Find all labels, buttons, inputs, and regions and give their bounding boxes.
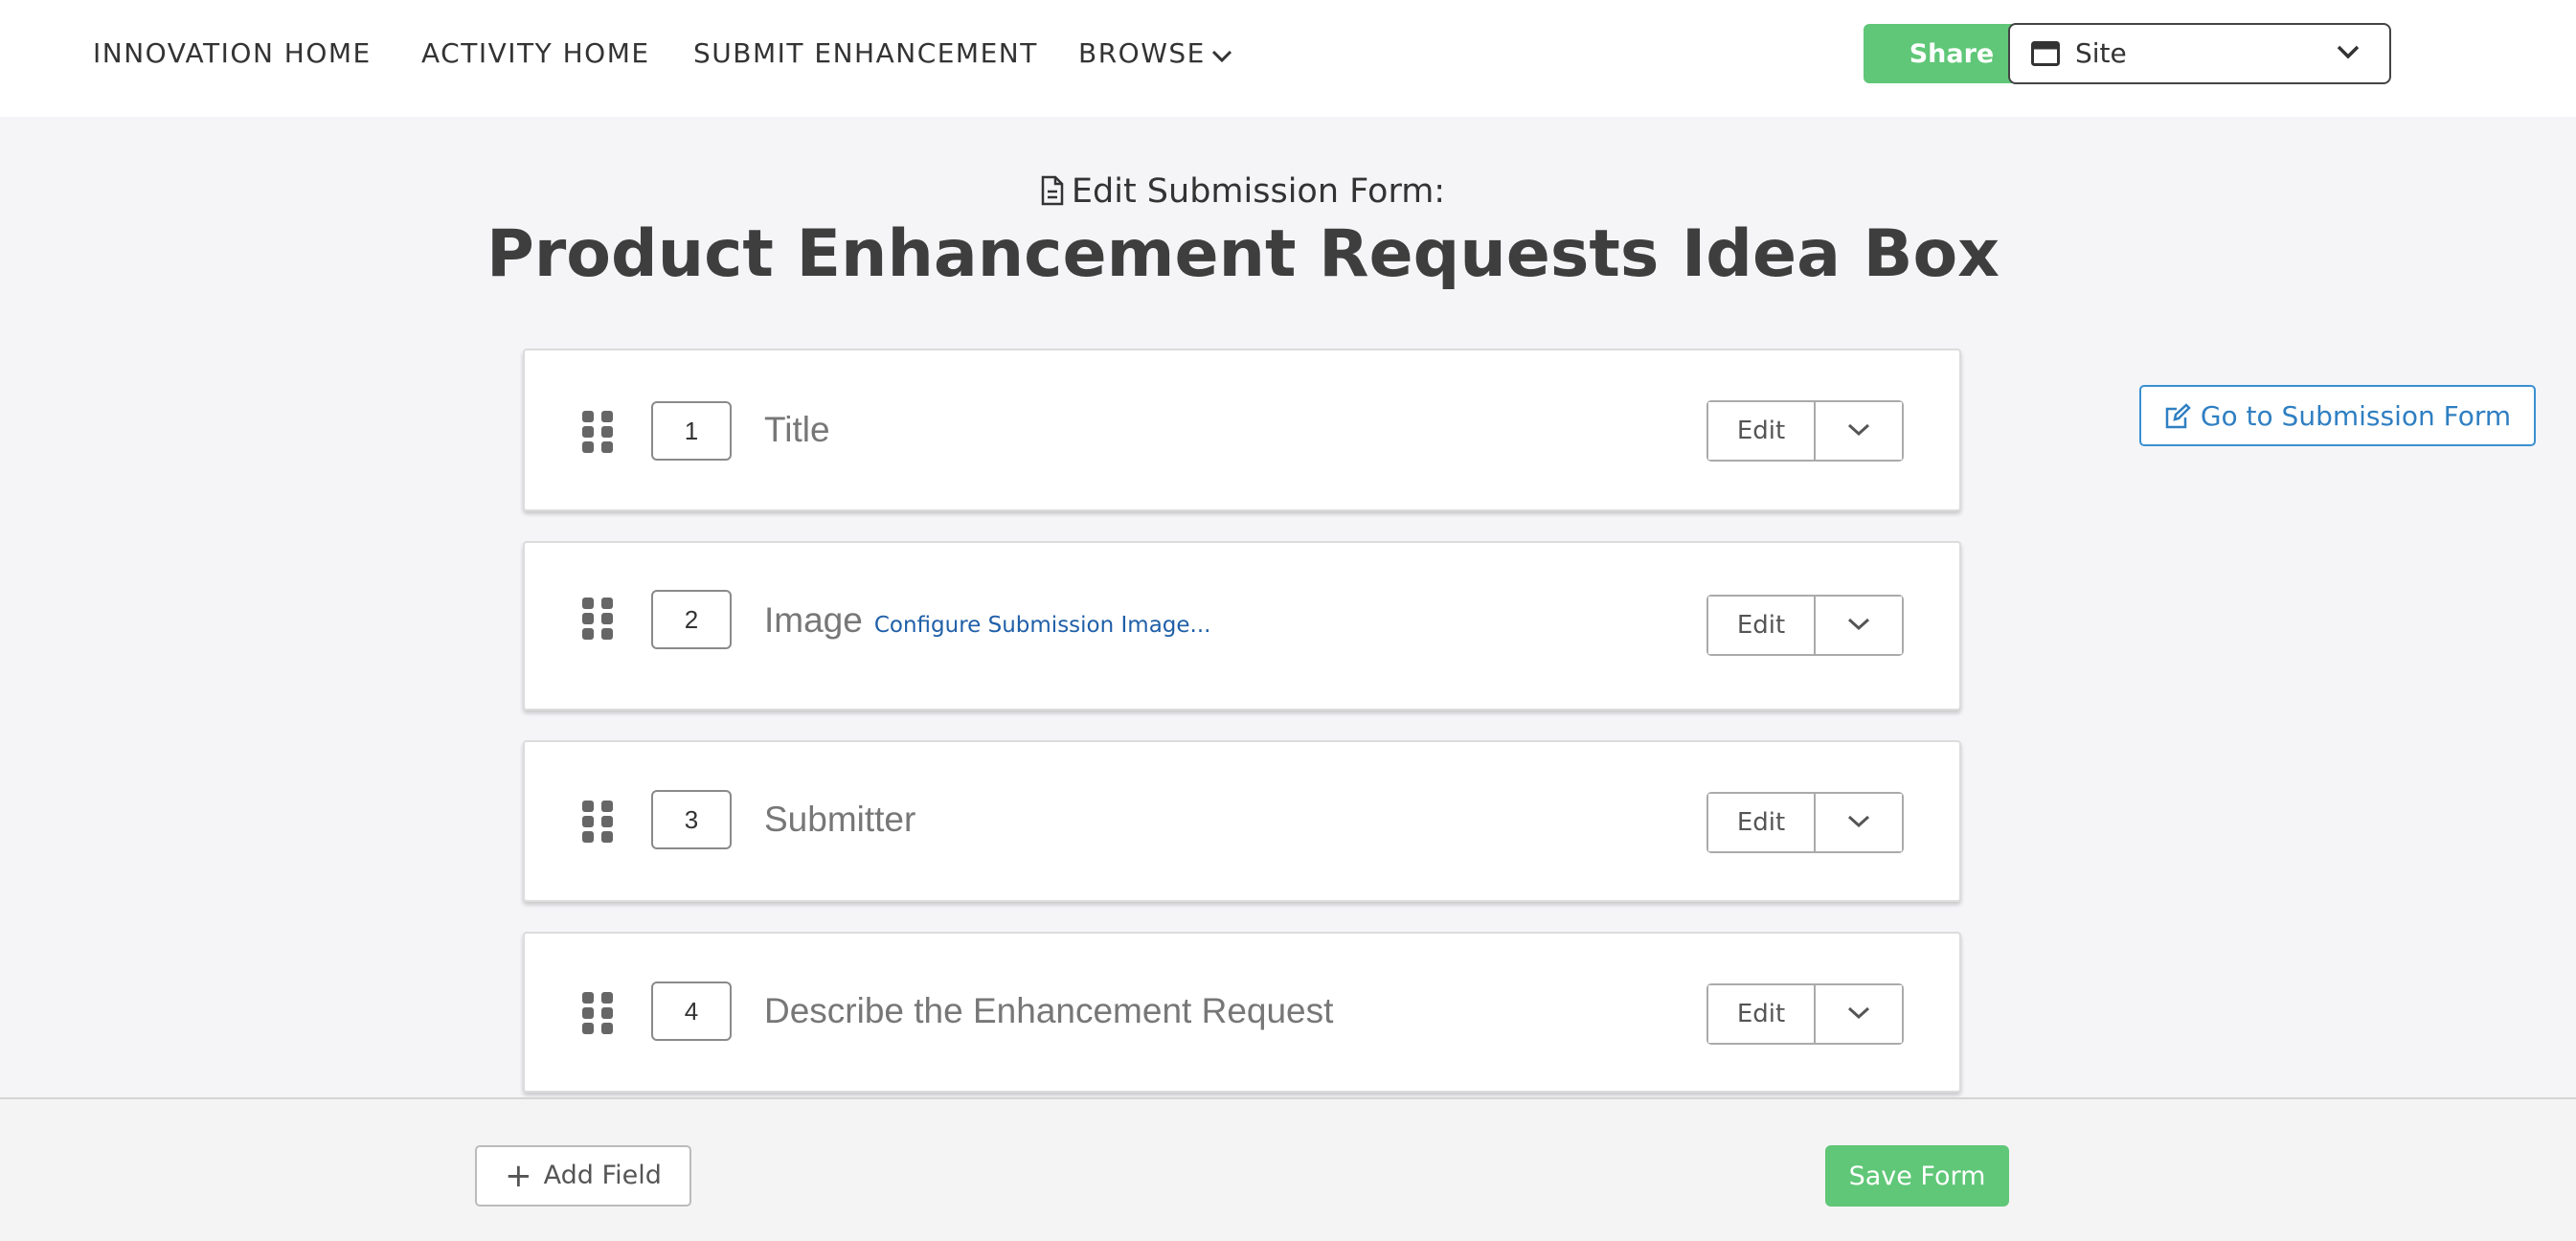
field-edit-group: Edit: [1706, 792, 1904, 853]
edit-field-button[interactable]: Edit: [1708, 794, 1816, 851]
nav-activity-home[interactable]: ACTIVITY HOME: [421, 34, 650, 73]
field-edit-group: Edit: [1706, 595, 1904, 656]
document-icon: [1041, 172, 1072, 211]
field-label-row: Image Configure Submission Image...: [764, 600, 1210, 641]
page-title: Product Enhancement Requests Idea Box: [486, 216, 2000, 292]
drag-handle-icon[interactable]: [582, 801, 613, 847]
field-order-number[interactable]: 2: [651, 590, 732, 649]
edit-external-icon: [2164, 400, 2201, 432]
edit-field-button[interactable]: Edit: [1708, 597, 1816, 654]
field-order-number[interactable]: 3: [651, 790, 732, 849]
site-select-value: Site: [2075, 37, 2127, 69]
field-edit-group: Edit: [1706, 983, 1904, 1045]
field-options-dropdown[interactable]: [1816, 985, 1902, 1043]
field-edit-group: Edit: [1706, 400, 1904, 462]
configure-submission-image-link[interactable]: Configure Submission Image...: [874, 613, 1211, 638]
field-label: Describe the Enhancement Request: [764, 991, 1334, 1030]
field-options-dropdown[interactable]: [1816, 402, 1902, 460]
chevron-down-icon: [1211, 35, 1232, 74]
nav-submit-enhancement[interactable]: SUBMIT ENHANCEMENT: [693, 34, 1038, 73]
field-order-number[interactable]: 1: [651, 401, 732, 461]
chevron-down-icon: [1846, 422, 1871, 440]
window-icon: [2031, 41, 2060, 71]
chevron-down-icon: [2336, 44, 2361, 66]
field-label: Submitter: [764, 800, 916, 839]
drag-handle-icon[interactable]: [582, 992, 613, 1039]
go-to-submission-form-label: Go to Submission Form: [2200, 399, 2512, 432]
field-options-dropdown[interactable]: [1816, 794, 1902, 851]
field-card-describe-enhancement: 4 Describe the Enhancement Request Edit: [523, 932, 1961, 1093]
drag-handle-icon[interactable]: [582, 411, 613, 458]
nav-browse-label: BROWSE: [1078, 37, 1206, 69]
field-label: Title: [764, 410, 830, 449]
field-card-submitter: 3 Submitter Edit: [523, 740, 1961, 902]
page-subheading: Edit Submission Form:: [0, 172, 2486, 211]
chevron-down-icon: [1846, 1005, 1871, 1024]
edit-field-button[interactable]: Edit: [1708, 985, 1816, 1043]
field-card-image: 2 Image Configure Submission Image... Edi…: [523, 541, 1961, 711]
site-select[interactable]: Site: [2008, 23, 2391, 84]
add-field-button[interactable]: + Add Field: [475, 1145, 691, 1207]
form-footer: + Add Field Save Form: [0, 1097, 2576, 1241]
go-to-submission-form-button[interactable]: Go to Submission Form: [2139, 385, 2536, 446]
page-subheading-text: Edit Submission Form:: [1071, 172, 1446, 211]
plus-icon: +: [505, 1157, 532, 1195]
field-card-title: 1 Title Edit: [523, 349, 1961, 511]
add-field-label: Add Field: [543, 1161, 662, 1190]
nav-browse[interactable]: BROWSE: [1078, 34, 1232, 73]
top-navigation: INNOVATION HOME ACTIVITY HOME SUBMIT ENH…: [0, 0, 2576, 117]
edit-field-button[interactable]: Edit: [1708, 402, 1816, 460]
chevron-down-icon: [1846, 814, 1871, 832]
field-label: Image: [764, 600, 863, 640]
field-options-dropdown[interactable]: [1816, 597, 1902, 654]
chevron-down-icon: [1846, 617, 1871, 635]
drag-handle-icon[interactable]: [582, 598, 613, 644]
save-form-button[interactable]: Save Form: [1825, 1145, 2009, 1207]
nav-innovation-home[interactable]: INNOVATION HOME: [93, 34, 372, 73]
field-order-number[interactable]: 4: [651, 982, 732, 1041]
